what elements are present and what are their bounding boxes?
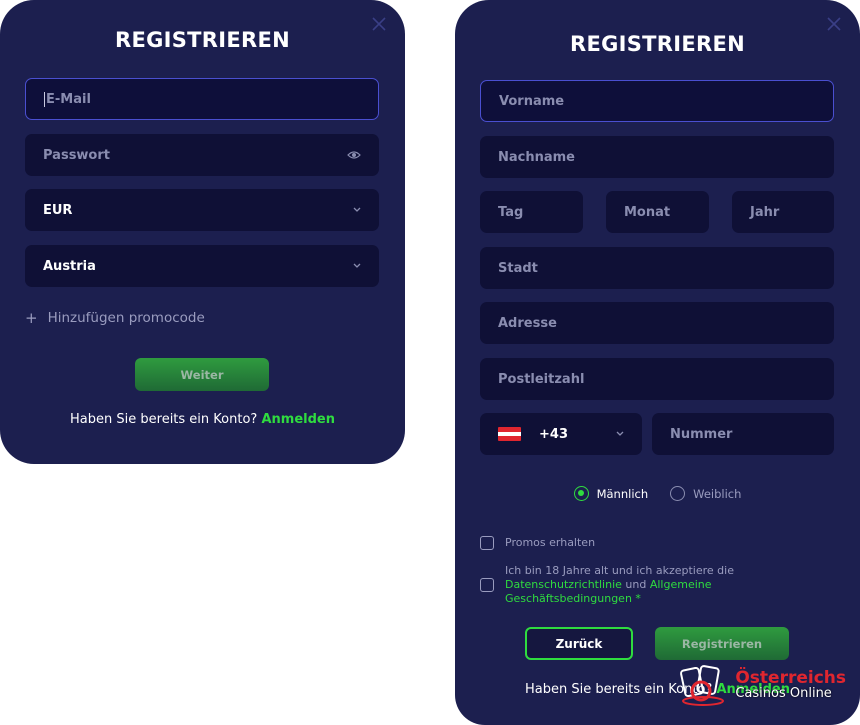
zip-field[interactable]: Postleitzahl <box>480 358 834 400</box>
chevron-down-icon <box>353 263 361 269</box>
currency-value: EUR <box>43 202 73 218</box>
password-placeholder: Passwort <box>43 147 110 163</box>
terms-checkbox[interactable] <box>480 578 494 592</box>
country-select[interactable]: Austria <box>25 245 379 287</box>
city-field[interactable]: Stadt <box>480 247 834 289</box>
gender-male-label: Männlich <box>596 486 649 501</box>
gender-female-radio[interactable]: Weiblich <box>670 486 741 501</box>
promos-label: Promos erhalten <box>505 536 596 549</box>
firstname-field[interactable]: Vorname <box>480 80 834 122</box>
address-field[interactable]: Adresse <box>480 302 834 344</box>
register-button[interactable]: Registrieren <box>655 627 789 660</box>
lastname-field[interactable]: Nachname <box>480 136 834 178</box>
terms-label: Ich bin 18 Jahre alt und ich akzeptiere … <box>505 564 765 606</box>
year-placeholder: Jahr <box>750 204 780 220</box>
gender-male-radio[interactable]: Männlich <box>573 486 649 501</box>
add-promocode-link[interactable]: + Hinzufügen promocode <box>25 309 205 327</box>
birth-year-field[interactable]: Jahr <box>732 191 834 233</box>
birth-day-field[interactable]: Tag <box>480 191 583 233</box>
gender-female-label: Weiblich <box>693 486 742 501</box>
terms-general-link[interactable]: Allgemeine <box>650 578 712 591</box>
zip-placeholder: Postleitzahl <box>498 371 585 387</box>
terms-and: und <box>625 578 647 591</box>
next-button[interactable]: Weiter <box>135 358 269 391</box>
watermark-logo: Österreichs Casinos Online <box>677 663 846 707</box>
registration-panel-short: REGISTRIEREN E-Mail Passwort EUR Austria… <box>0 0 405 464</box>
phone-placeholder: Nummer <box>670 426 733 442</box>
eye-icon[interactable] <box>347 150 361 160</box>
gender-radio-group: Männlich Weiblich <box>455 486 860 501</box>
email-field[interactable]: E-Mail <box>25 78 379 120</box>
email-placeholder: E-Mail <box>46 91 91 107</box>
austria-flag-icon <box>498 427 521 441</box>
country-value: Austria <box>43 258 96 274</box>
terms-business-link[interactable]: Geschäftsbedingungen <box>505 592 632 605</box>
city-placeholder: Stadt <box>498 260 538 276</box>
password-field[interactable]: Passwort <box>25 134 379 176</box>
birth-month-field[interactable]: Monat <box>606 191 709 233</box>
plus-icon: + <box>25 309 38 327</box>
chevron-down-icon <box>353 207 361 213</box>
login-prompt-text: Haben Sie bereits ein Konto? <box>70 412 258 427</box>
required-marker: * <box>635 592 641 605</box>
terms-prefix: Ich bin 18 Jahre alt und ich akzeptiere … <box>505 564 734 577</box>
close-icon[interactable] <box>826 16 842 32</box>
month-placeholder: Monat <box>624 204 671 220</box>
chevron-down-icon <box>616 431 624 437</box>
watermark-top-text: Österreichs <box>735 667 846 688</box>
address-placeholder: Adresse <box>498 315 557 331</box>
lastname-placeholder: Nachname <box>498 149 576 165</box>
page-title: REGISTRIEREN <box>569 32 746 56</box>
phone-number-field[interactable]: Nummer <box>652 413 834 455</box>
firstname-placeholder: Vorname <box>499 93 565 109</box>
registration-panel-full: REGISTRIEREN Vorname Nachname Tag Monat … <box>455 0 860 725</box>
back-button[interactable]: Zurück <box>525 627 633 660</box>
phone-code-value: +43 <box>539 426 568 442</box>
phone-code-select[interactable]: +43 <box>480 413 642 455</box>
currency-select[interactable]: EUR <box>25 189 379 231</box>
login-prompt: Haben Sie bereits ein Konto? Anmelden <box>0 412 405 427</box>
promo-label: Hinzufügen promocode <box>47 310 205 326</box>
promos-checkbox[interactable] <box>480 536 494 550</box>
login-link[interactable]: Anmelden <box>261 412 335 427</box>
day-placeholder: Tag <box>498 204 524 220</box>
page-title: REGISTRIEREN <box>114 28 291 52</box>
privacy-policy-link[interactable]: Datenschutzrichtlinie <box>505 578 622 591</box>
watermark-bottom-text: Casinos Online <box>735 686 832 702</box>
casino-cards-logo-icon <box>680 665 725 706</box>
